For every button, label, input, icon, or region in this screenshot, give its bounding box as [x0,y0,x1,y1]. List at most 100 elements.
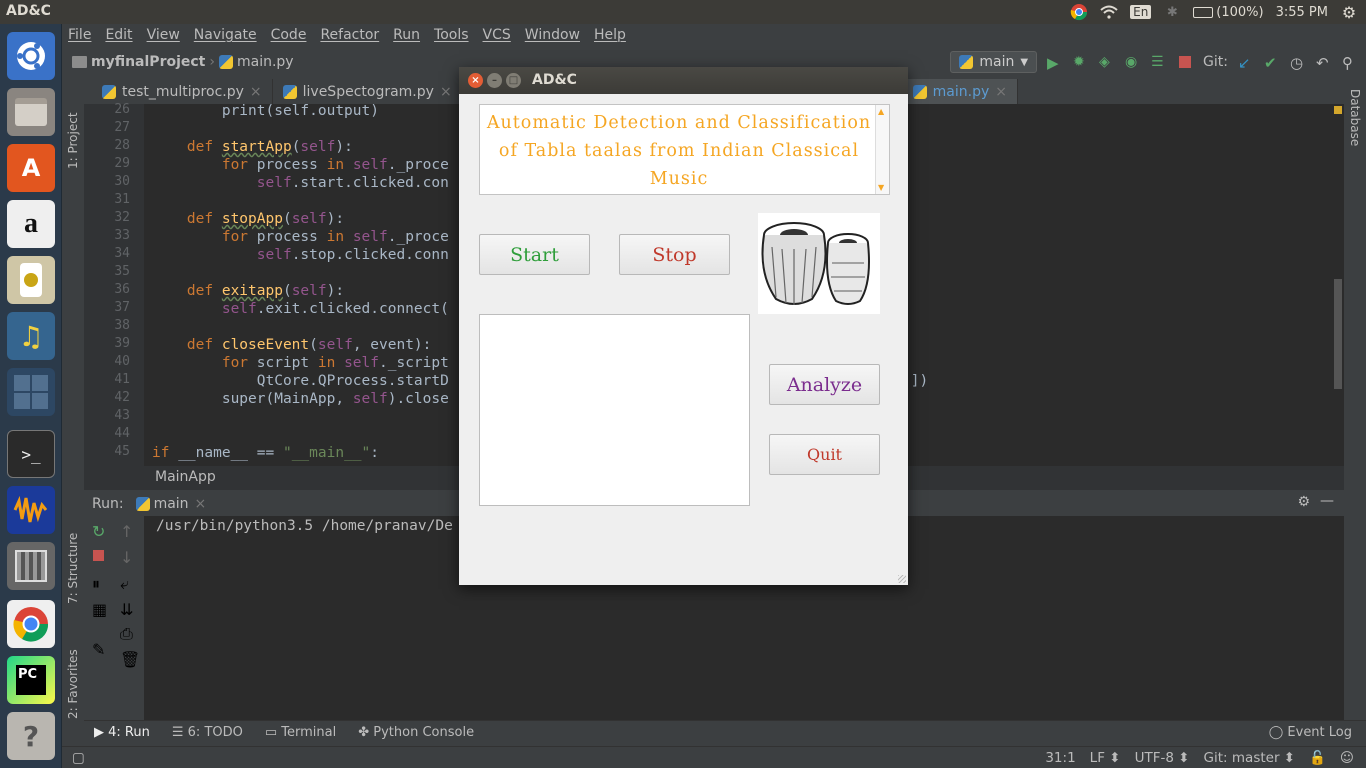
cursor-position[interactable]: 31:1 [1045,750,1075,766]
menu-tools[interactable]: Tools [434,27,469,43]
menu-refactor[interactable]: Refactor [320,27,379,43]
breadcrumb-project[interactable]: myfinalProject [91,54,205,70]
vcs-revert-icon[interactable]: ↶ [1316,54,1332,72]
settings-gear-icon[interactable]: ⚙ [1340,3,1358,22]
menu-navigate[interactable]: Navigate [194,27,257,43]
rerun-icon[interactable]: ↻ [92,522,106,541]
maximize-window-icon[interactable]: □ [506,73,521,88]
scroll-down-arrow-icon[interactable]: ▼ [878,183,884,192]
status-layout-icon[interactable]: ▢ [72,750,85,766]
structure-breadcrumb[interactable]: MainApp [155,469,216,485]
bluetooth-icon[interactable]: ✱ [1163,4,1181,20]
console-output[interactable]: /usr/bin/python3.5 /home/pranav/De [156,518,453,534]
pin-icon[interactable]: ✎ [92,640,106,659]
editor-scrollbar[interactable] [1332,104,1344,466]
minimize-icon[interactable]: — [1320,493,1334,509]
music-icon[interactable]: ♫ [7,312,55,360]
debug-icon[interactable]: ✹ [1073,54,1089,70]
vcs-history-icon[interactable]: ◷ [1290,54,1306,72]
git-branch[interactable]: Git: master ⬍ [1204,750,1296,766]
vcs-commit-icon[interactable]: ✔ [1264,54,1280,72]
menu-vcs[interactable]: VCS [483,27,511,43]
minimize-window-icon[interactable]: – [487,73,502,88]
analyze-button[interactable]: Analyze [769,364,880,405]
structure-tool-tab[interactable]: 7: Structure [66,533,80,604]
lock-icon[interactable]: 🔓 [1309,750,1326,766]
archive-icon[interactable] [7,542,55,590]
menu-run[interactable]: Run [393,27,420,43]
soft-wrap-icon[interactable]: ⤶ [120,574,134,593]
run-coverage-icon[interactable]: ◈ [1099,54,1115,70]
stop-button[interactable]: Stop [619,234,730,275]
run-configuration-select[interactable]: main ▼ [950,51,1038,73]
run-tab-main[interactable]: main [154,496,189,512]
menu-help[interactable]: Help [594,27,626,43]
stop-icon[interactable] [93,550,107,564]
menu-view[interactable]: View [147,27,180,43]
code-content[interactable]: print(self.output) def startApp(self): f… [152,103,928,461]
breadcrumb-file[interactable]: main.py [237,54,294,70]
amazon-icon[interactable]: a [7,200,55,248]
trash-icon[interactable]: 🗑 [120,650,140,669]
database-tool-tab[interactable]: Database [1348,89,1362,146]
chrome-icon[interactable] [7,600,55,648]
down-arrow-icon[interactable]: ↓ [120,548,134,567]
ubuntu-icon[interactable] [7,32,55,80]
clock[interactable]: 3:55 PM [1276,5,1328,20]
audacity-icon[interactable] [7,486,55,534]
pycharm-icon[interactable]: PC [7,656,55,704]
scroll-up-arrow-icon[interactable]: ▲ [878,107,884,116]
resize-grip-icon[interactable] [898,575,906,583]
search-icon[interactable]: ⚲ [1342,54,1358,72]
close-icon[interactable]: × [995,84,1007,100]
output-textbox[interactable] [479,314,750,506]
heading-scrollbar[interactable]: ▲ ▼ [875,105,889,194]
bottom-tab-run[interactable]: ▶ 4: Run [94,725,150,740]
print-icon[interactable]: ⎙ [120,624,134,643]
terminal-icon[interactable]: >_ [7,430,55,478]
project-tool-tab[interactable]: 1: Project [66,112,80,169]
quit-button[interactable]: Quit [769,434,880,475]
inspector-icon[interactable]: ☺ [1340,750,1354,766]
scrollbar-thumb[interactable] [1334,279,1342,389]
menu-file[interactable]: File [68,27,91,43]
concurrency-icon[interactable]: ☰ [1151,54,1167,70]
profile-icon[interactable]: ◉ [1125,54,1141,70]
line-separator[interactable]: LF ⬍ [1090,750,1121,766]
menu-window[interactable]: Window [525,27,580,43]
vcs-update-icon[interactable]: ↙ [1238,54,1254,72]
chrome-tray-icon[interactable] [1070,4,1088,21]
app-heading-textbox[interactable]: Automatic Detection and Classification o… [479,104,890,195]
close-icon[interactable]: × [250,84,262,100]
close-icon[interactable]: × [440,84,452,100]
bottom-tab-python-console[interactable]: ✤ Python Console [358,725,474,740]
workspaces-icon[interactable] [7,368,55,416]
event-log-button[interactable]: ◯ Event Log [1269,725,1352,740]
wifi-icon[interactable] [1100,4,1118,20]
stop-icon[interactable] [1177,54,1193,70]
close-icon[interactable]: × [195,496,207,512]
help-icon[interactable]: ? [7,712,55,760]
gear-icon[interactable]: ⚙ [1297,494,1310,510]
bottom-tab-terminal[interactable]: ▭ Terminal [265,725,336,740]
favorites-tool-tab[interactable]: 2: Favorites [66,649,80,719]
run-icon[interactable]: ▶ [1047,54,1063,72]
adc-title-bar[interactable]: × – □ AD&C [459,67,908,94]
software-center-icon[interactable]: A [7,144,55,192]
keyboard-layout-indicator[interactable]: En [1130,5,1152,19]
files-icon[interactable] [7,88,55,136]
tab-main[interactable]: main.py × [902,79,1019,105]
scroll-to-end-icon[interactable]: ⇊ [120,600,134,619]
pause-icon[interactable]: ⏸ [92,574,106,593]
layout-icon[interactable]: ▦ [92,600,107,619]
up-arrow-icon[interactable]: ↑ [120,522,134,541]
speaker-icon[interactable] [7,256,55,304]
file-encoding[interactable]: UTF-8 ⬍ [1135,750,1190,766]
battery-indicator[interactable]: (100%) [1193,5,1264,20]
menu-code[interactable]: Code [271,27,307,43]
warning-marker-icon[interactable] [1334,106,1342,114]
menu-edit[interactable]: Edit [105,27,132,43]
bottom-tab-todo[interactable]: ☰ 6: TODO [172,725,243,740]
start-button[interactable]: Start [479,234,590,275]
close-window-icon[interactable]: × [468,73,483,88]
